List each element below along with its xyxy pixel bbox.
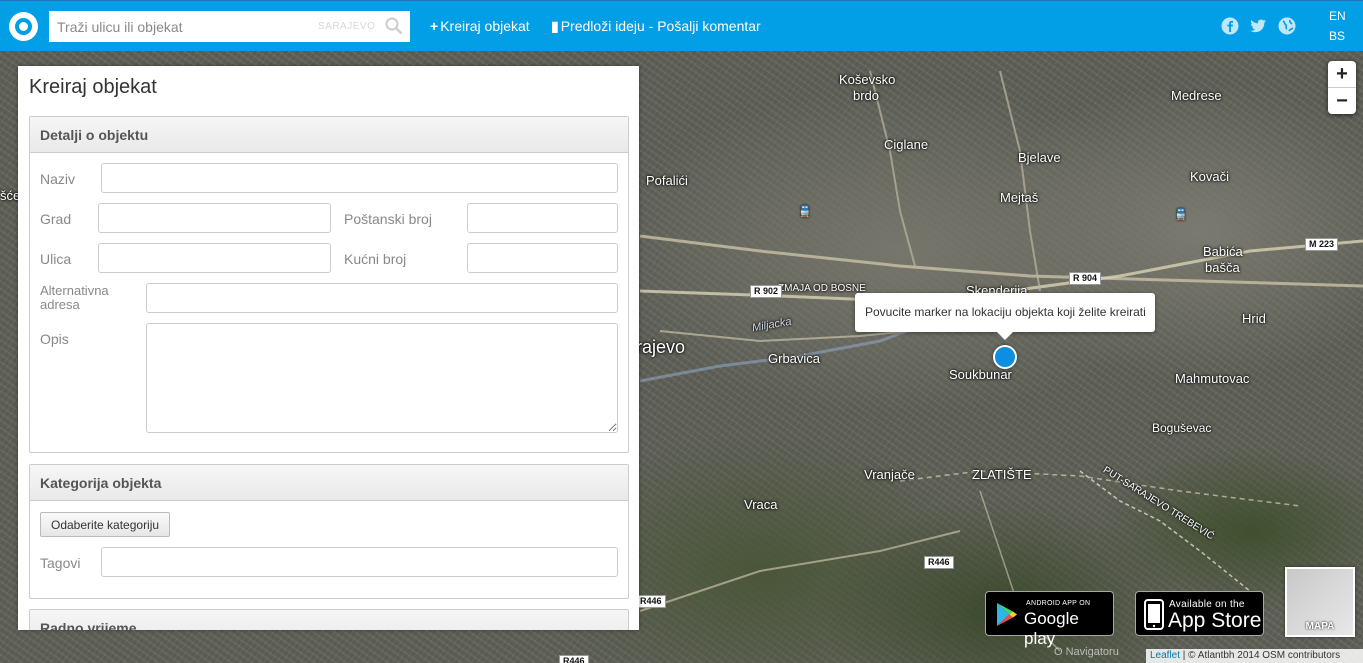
panel-title: Kreiraj objekat [29, 76, 157, 98]
comment-icon: ▮ [551, 18, 559, 34]
working-hours-card: Radno vrijeme [29, 609, 629, 630]
suggest-idea-label: Predloži ideju - Pošalji komentar [560, 18, 761, 34]
place-kosevsko-2: brdo [853, 88, 880, 103]
place-vraca: Vraca [744, 497, 778, 512]
navigator-link[interactable]: O Navigatoru [1054, 646, 1119, 658]
place-medrese: Medrese [1171, 88, 1222, 103]
working-hours-heading: Radno vrijeme [30, 610, 628, 630]
details-card: Detalji o objektu Naziv Grad Poštanski b… [29, 116, 629, 453]
app-store-badge[interactable]: Available on the App Store [1135, 591, 1264, 636]
place-bjelave: Bjelave [1018, 150, 1061, 165]
place-babica-2: bašča [1205, 260, 1240, 275]
zoom-out-button[interactable]: − [1328, 88, 1356, 114]
alt-address-label-line2: adresa [40, 297, 80, 312]
app-store-big-text: App Store [1168, 609, 1262, 632]
plus-icon: + [430, 18, 439, 34]
description-textarea[interactable] [146, 323, 618, 433]
tram-icon: 🚆 [798, 206, 812, 218]
app-logo-icon[interactable] [9, 12, 38, 41]
place-zlatiste: ZLATIŠTE [972, 467, 1032, 482]
marker-tooltip: Povucite marker na lokaciju objekta koji… [855, 293, 1155, 340]
place-ciglane: Ciglane [884, 137, 929, 152]
road-badge-r446: R446 [636, 595, 666, 608]
place-hrid: Hrid [1242, 311, 1266, 326]
name-label: Naziv [40, 171, 76, 187]
road-badge-r446: R446 [559, 655, 589, 663]
create-object-label: Kreiraj objekat [440, 18, 530, 34]
place-sarajevo: rajevo [636, 337, 686, 357]
map-attribution: Leaflet | © Atlantbh 2014 OSM contributo… [1146, 649, 1363, 663]
category-card: Kategorija objekta Odaberite kategoriju … [29, 464, 629, 599]
road-badge-m223: M 223 [1305, 238, 1339, 251]
google-play-icon [997, 603, 1017, 626]
leaflet-link[interactable]: Leaflet [1150, 650, 1180, 661]
place-pofalici: Pofalići [646, 173, 688, 188]
place-babica-1: Babića [1203, 244, 1243, 259]
postal-code-label: Poštanski broj [344, 211, 432, 227]
place-mahmutovac: Mahmutovac [1175, 371, 1250, 386]
place-zmaja: ZMAJA OD BOSNE [778, 283, 866, 294]
tags-label: Tagovi [40, 555, 81, 571]
google-play-big-text: Google play [1024, 609, 1079, 648]
category-heading: Kategorija objekta [30, 465, 628, 501]
search-icon[interactable] [385, 17, 403, 35]
house-number-input[interactable] [467, 243, 618, 273]
top-bar: SARAJEVO +Kreiraj objekat ▮Predloži idej… [0, 0, 1363, 51]
search-city-label: SARAJEVO [318, 21, 376, 32]
select-category-button[interactable]: Odaberite kategoriju [40, 512, 171, 537]
details-heading: Detalji o objektu [30, 117, 628, 153]
city-label: Grad [40, 211, 72, 227]
google-play-badge[interactable]: ANDROID APP ON Google play [985, 591, 1114, 648]
zoom-control: + − [1328, 61, 1356, 114]
globe-icon[interactable] [1278, 17, 1296, 35]
place-kovaci: Kovači [1190, 169, 1230, 184]
attribution-text: | © Atlantbh 2014 OSM contributors [1180, 650, 1341, 661]
alt-address-label-line1: Alternativna [40, 283, 109, 298]
house-number-label: Kućni broj [344, 251, 407, 267]
place-kosevsko-1: Koševsko [839, 72, 896, 87]
street-input[interactable] [98, 243, 331, 273]
google-play-small-text: ANDROID APP ON [1026, 600, 1091, 607]
description-label: Opis [40, 331, 69, 347]
language-en-link[interactable]: EN [1329, 9, 1346, 23]
zoom-in-button[interactable]: + [1328, 61, 1356, 88]
suggest-idea-link[interactable]: ▮ Predloži ideju - Pošalji komentar [551, 18, 761, 35]
place-mejtas: Mejtaš [1000, 190, 1039, 205]
city-input[interactable] [98, 203, 331, 233]
layer-switcher-minimap[interactable]: MAPA [1285, 567, 1355, 637]
tram-icon: 🚆 [1174, 209, 1188, 221]
language-bs-link[interactable]: BS [1329, 29, 1345, 43]
street-label: Ulica [40, 251, 72, 267]
place-vranjace: Vranjače [864, 467, 915, 482]
alt-address-input[interactable] [146, 283, 618, 313]
road-badge-r904: R 904 [1069, 272, 1102, 285]
road-badge-r446: R446 [924, 556, 954, 569]
create-object-panel: Kreiraj objekat Detalji o objektu Naziv … [18, 66, 639, 630]
search-input[interactable] [57, 17, 307, 37]
facebook-icon[interactable] [1221, 17, 1239, 35]
place-bogusevac: Boguševac [1152, 421, 1212, 435]
location-marker[interactable] [993, 345, 1017, 369]
postal-code-input[interactable] [467, 203, 618, 233]
road-badge-r902: R 902 [750, 285, 783, 298]
place-soukbunar: Soukbunar [949, 367, 1012, 382]
iphone-icon [1144, 599, 1164, 630]
twitter-icon[interactable] [1249, 17, 1267, 35]
minimap-label: MAPA [1305, 621, 1335, 632]
search-box: SARAJEVO [49, 11, 410, 42]
name-input[interactable] [101, 163, 618, 193]
place-grbavica: Grbavica [768, 351, 821, 366]
tags-input[interactable] [101, 547, 618, 577]
create-object-link[interactable]: + Kreiraj objekat [430, 18, 530, 34]
